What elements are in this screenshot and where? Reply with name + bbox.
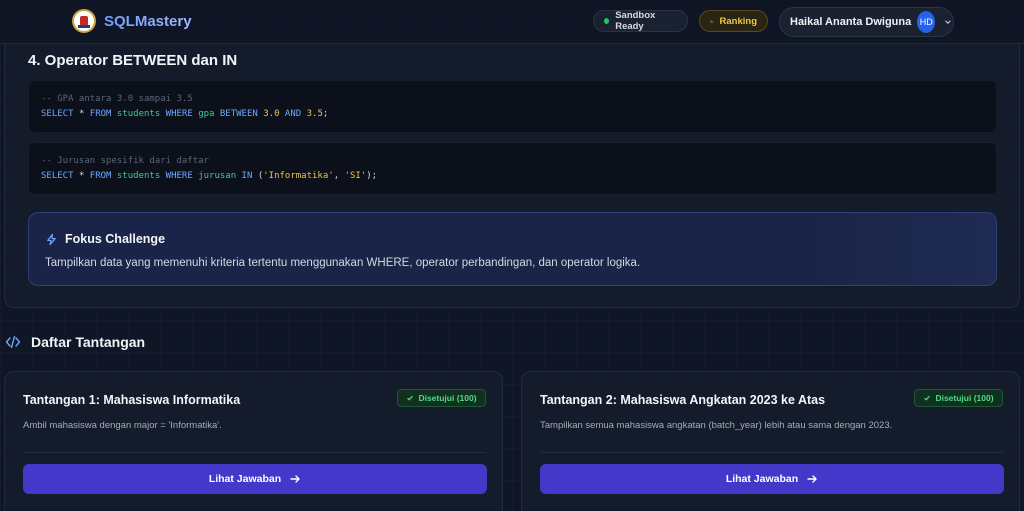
sandbox-status-label: Sandbox Ready	[615, 10, 656, 32]
code-line: SELECT * FROM students WHERE gpa BETWEEN…	[41, 107, 984, 122]
code-operator: );	[366, 171, 378, 181]
university-seal-logo	[72, 9, 96, 33]
status-badge-label: Disetujui (100)	[418, 393, 477, 403]
status-badge-label: Disetujui (100)	[935, 393, 994, 403]
challenge-list-title: Daftar Tantangan	[31, 334, 146, 350]
challenge-list-header: Daftar Tantangan	[5, 334, 145, 350]
arrow-right-icon	[807, 475, 817, 483]
focus-description: Tampilkan data yang memenuhi kriteria te…	[45, 257, 641, 269]
challenge-description: Tampilkan semua mahasiswa angkatan (batc…	[540, 420, 893, 431]
chevron-down-icon	[945, 20, 951, 25]
challenge-description: Ambil mahasiswa dengan major = 'Informat…	[23, 420, 222, 431]
status-badge: Disetujui (100)	[914, 389, 1003, 407]
code-operator: ;	[322, 109, 329, 119]
code-number: 3.5	[306, 109, 323, 119]
code-keyword: WHERE	[165, 171, 193, 181]
challenge-card: Tantangan 2: Mahasiswa Angkatan 2023 ke …	[521, 371, 1020, 511]
code-identifier: gpa	[198, 109, 215, 119]
view-answer-button[interactable]: Lihat Jawaban	[540, 464, 1004, 494]
view-answer-label: Lihat Jawaban	[725, 473, 799, 485]
brand-name: SQLMastery	[104, 12, 192, 30]
code-keyword: WHERE	[165, 109, 193, 119]
code-identifier: students	[116, 171, 161, 181]
challenge-title: Tantangan 2: Mahasiswa Angkatan 2023 ke …	[540, 393, 826, 407]
brand[interactable]: SQLMastery	[72, 9, 192, 33]
code-keyword: FROM	[89, 171, 112, 181]
code-operator: *	[78, 109, 85, 119]
code-comment: -- Jurusan spesifik dari daftar	[41, 156, 209, 166]
status-dot-icon	[604, 18, 610, 24]
code-keyword: AND	[284, 109, 302, 119]
user-menu-button[interactable]: Haikal Ananta Dwiguna HD	[779, 7, 954, 37]
arrow-right-icon	[290, 475, 300, 483]
code-keyword: FROM	[89, 109, 112, 119]
focus-challenge-box: Fokus Challenge Tampilkan data yang meme…	[28, 212, 997, 286]
code-string: 'SI'	[344, 171, 367, 181]
top-navbar: SQLMastery Sandbox Ready Ranking Haikal …	[0, 0, 1024, 44]
ranking-label: Ranking	[719, 15, 757, 27]
challenge-card: Tantangan 1: Mahasiswa Informatika Diset…	[4, 371, 503, 511]
code-keyword: SELECT	[41, 109, 74, 119]
focus-header: Fokus Challenge	[45, 232, 165, 246]
code-brackets-icon	[5, 335, 21, 349]
code-identifier: students	[116, 109, 161, 119]
code-operator: ,	[333, 171, 340, 181]
code-block-in: -- Jurusan spesifik dari daftar SELECT *…	[28, 142, 997, 195]
code-operator: *	[78, 171, 85, 181]
divider	[23, 452, 486, 453]
code-number: 3.0	[263, 109, 280, 119]
code-line: SELECT * FROM students WHERE jurusan IN …	[41, 169, 984, 184]
focus-title: Fokus Challenge	[65, 232, 166, 246]
code-comment: -- GPA antara 3.0 sampai 3.5	[41, 94, 193, 104]
code-keyword: SELECT	[41, 171, 74, 181]
view-answer-label: Lihat Jawaban	[208, 473, 282, 485]
view-answer-button[interactable]: Lihat Jawaban	[23, 464, 487, 494]
code-block-between: -- GPA antara 3.0 sampai 3.5 SELECT * FR…	[28, 80, 997, 133]
status-badge: Disetujui (100)	[397, 389, 486, 407]
divider	[540, 452, 1003, 453]
code-keyword: BETWEEN	[219, 109, 258, 119]
check-icon	[407, 395, 414, 401]
sandbox-status-pill: Sandbox Ready	[593, 10, 688, 32]
bar-chart-icon	[710, 19, 714, 23]
avatar: HD	[917, 11, 936, 33]
section-title: 4. Operator BETWEEN dan IN	[28, 52, 238, 69]
lightning-bolt-icon	[47, 233, 56, 245]
code-identifier: jurusan	[198, 171, 237, 181]
check-icon	[924, 395, 931, 401]
ranking-button[interactable]: Ranking	[699, 10, 768, 32]
user-name: Haikal Ananta Dwiguna	[790, 16, 912, 28]
code-string: 'Informatika'	[263, 171, 334, 181]
code-keyword: IN	[241, 171, 253, 181]
challenge-title: Tantangan 1: Mahasiswa Informatika	[23, 393, 241, 407]
